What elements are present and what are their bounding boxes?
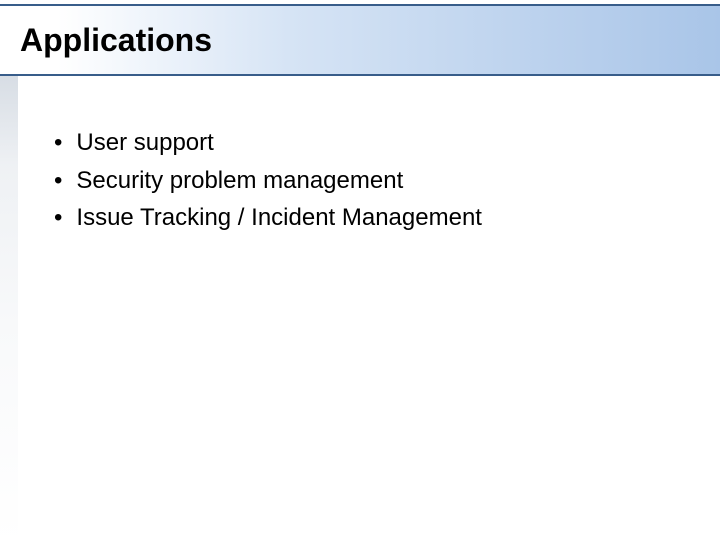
- bullet-icon: •: [54, 164, 62, 198]
- bullet-text: User support: [76, 126, 213, 160]
- title-bar: Applications: [0, 4, 720, 76]
- bullet-text: Issue Tracking / Incident Management: [76, 201, 482, 235]
- list-item: • Security problem management: [50, 164, 680, 198]
- bullet-text: Security problem management: [76, 164, 403, 198]
- bullet-icon: •: [54, 126, 62, 160]
- list-item: • Issue Tracking / Incident Management: [50, 201, 680, 235]
- bullet-list: • User support • Security problem manage…: [50, 126, 680, 235]
- slide: Applications • User support • Security p…: [0, 4, 720, 544]
- bullet-icon: •: [54, 201, 62, 235]
- list-item: • User support: [50, 126, 680, 160]
- slide-content: • User support • Security problem manage…: [0, 76, 720, 235]
- slide-title: Applications: [20, 22, 212, 59]
